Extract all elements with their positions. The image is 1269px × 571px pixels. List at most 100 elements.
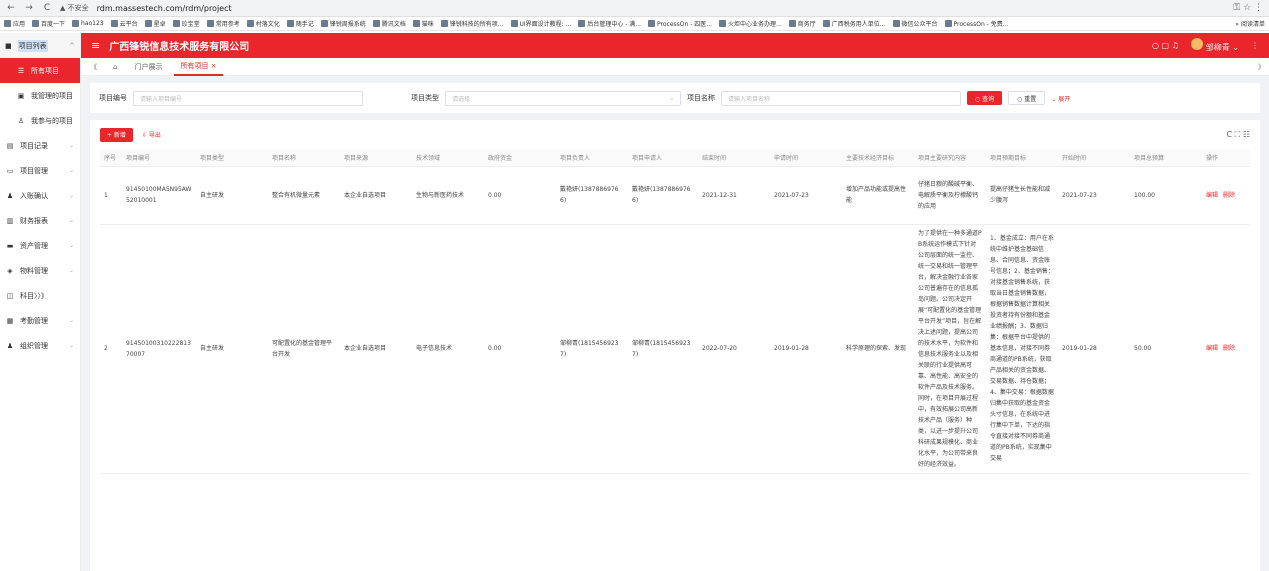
bookmark-item[interactable]: ProcessOn - 四医... [648,19,712,28]
bookmark-label: 星卓 [153,21,166,28]
bookmark-icon [246,20,254,27]
export-button[interactable]: ⇩ 导出 [142,130,161,139]
insecure-badge[interactable]: ▲ 不安全 [60,3,89,13]
sidebar-item-label: 考勤管理 [20,316,48,325]
sidebar-item[interactable]: ▦ 考勤管理 ⌄ [0,308,80,333]
cell-code: 91450100MA5N95AW52010001 [122,166,196,225]
column-header: 项目类型 [196,149,268,167]
cell-actions: 编辑 删除 [1202,166,1250,225]
chevron-down-icon: ⌄ [68,267,74,274]
tabs-scroll-right-icon[interactable]: 》 [1258,62,1265,72]
user-menu[interactable]: 邹柳青 ⌄ [1190,38,1239,53]
bookmark-item[interactable]: 后台管理中心 - 满... [578,19,641,28]
bookmark-item[interactable]: 腾讯文档 [372,19,406,28]
sidebar-item[interactable]: ♟ 入账确认 ⌄ [0,183,80,208]
cell-applicant: 邹柳青(18154569237) [628,224,698,474]
bookmark-label: hao123 [81,20,104,27]
address-bar[interactable]: rdm.massestech.com/rdm/project [97,4,232,13]
column-header: 项目负责人 [556,149,628,167]
bookmark-item[interactable]: 锋锐周报系统 [320,19,366,28]
sidebar-header[interactable]: ■ 项目列表 ^ [0,33,80,58]
topbar-tool-icons[interactable]: ○ ▢ ♫ [1152,41,1179,50]
edit-button[interactable]: 编辑 [1206,345,1218,352]
reset-button[interactable]: ○ 重置 [1008,91,1046,105]
sidebar-item[interactable]: ♟ 组织管理 ⌄ [0,333,80,358]
sidebar-item[interactable]: ▥ 财务报表 ⌄ [0,208,80,233]
column-header: 项目主要研究内容 [914,149,986,167]
bookmark-item[interactable]: 随手记 [286,19,314,28]
search-button[interactable]: ○ 查询 [967,91,1003,105]
type-select[interactable]: 请选择 ⌄ [445,90,681,106]
bookmark-item[interactable]: 商务厅 [788,19,816,28]
bookmark-item[interactable]: 广西税务用人单位... [822,19,886,28]
sidebar-item[interactable]: ◫ 科目〉〉》 [0,283,80,308]
sidebar-item[interactable]: ▤ 项目记录 ⌄ [0,133,80,158]
sidebar-item[interactable]: ▣ 我管理的项目 [0,83,80,108]
cell-no: 1 [100,166,122,225]
cell-type: 自主研发 [196,224,268,474]
name-input[interactable]: 请输入项目名称 [721,90,961,106]
cell-source: 本企业自选项目 [340,166,412,225]
main-area: ≡ 广西锋锐信息技术服务有限公司 ○ ▢ ♫ 邹柳青 ⌄ ⋮ 《 ⌂ 门户展示 … [81,33,1269,571]
bookmark-item[interactable]: 猫咪 [412,19,434,28]
tab-portal[interactable]: 门户展示 [128,58,168,76]
chevron-down-icon: ⌄ [668,94,674,102]
back-icon[interactable]: ← [6,3,16,13]
more-icon[interactable]: ⋮ [1251,41,1259,50]
bookmark-icon [286,20,294,27]
reading-list[interactable]: » 阅读清单 [1235,19,1265,28]
bookmark-icon [320,20,328,27]
delete-button[interactable]: 删除 [1223,192,1235,199]
bookmark-icon [172,20,180,27]
sidebar-item-label: 我管理的项目 [31,91,73,100]
browser-right-icons[interactable]: ⚿ ☆ ⋮ [1233,3,1263,13]
table-tool-icons[interactable]: C ⛶ ☷ [1227,130,1250,140]
home-icon[interactable]: ⌂ [108,63,122,71]
bookmark-item[interactable]: ProcessOn - 免费... [944,19,1009,28]
cell-start: 2019-01-28 [1058,224,1130,474]
code-input[interactable]: 请输入项目编号 [133,90,363,106]
forward-icon[interactable]: → [24,3,34,13]
bookmark-item[interactable]: 百度一下 [32,19,65,28]
cell-name: 整合有机微量元素 [268,166,340,225]
sidebar-item[interactable]: ▭ 项目管理 ⌄ [0,158,80,183]
menu-icon[interactable]: ≡ [91,39,100,52]
bookmark-label: 常用参考 [215,21,240,28]
bookmark-icon [4,20,11,27]
bookmark-label: 云平台 [119,21,138,28]
cell-end: 2021-12-31 [698,166,770,225]
sidebar-item-label: 入账确认 [20,191,48,200]
bookmark-item[interactable]: 村落文化 [246,19,280,28]
bookmark-label: ProcessOn - 四医... [657,21,713,28]
bookmark-item[interactable]: hao123 [72,20,104,27]
delete-button[interactable]: 删除 [1223,345,1235,352]
sidebar-item-icon: ▬ [6,241,14,250]
cell-content: 为了提供在一种多通道PB系统运作模式下针对公司层面的统一监控、统一交易和统一管理… [914,224,986,474]
sidebar-item[interactable]: ☰ 所有项目 [0,58,80,83]
bookmark-item[interactable]: 常用参考 [206,19,240,28]
bookmark-item[interactable]: 星卓 [144,19,166,28]
reload-icon[interactable]: C [42,3,52,13]
bookmark-label: 商务厅 [797,21,816,28]
collapse-icon[interactable]: 《 [85,62,102,72]
bookmark-item[interactable]: 云平台 [110,19,138,28]
add-button[interactable]: + 新增 [100,127,133,142]
bookmark-label: 珍宝堂 [181,21,200,28]
sidebar-item-label: 所有项目 [31,66,59,75]
bookmark-item[interactable]: UI界面设计教程: ... [510,19,571,28]
tab-all-projects[interactable]: 所有项目 × [174,58,223,76]
bookmark-item[interactable]: 火炬中心业务办理... [719,19,782,28]
sidebar-item[interactable]: ◈ 物料管理 ⌄ [0,258,80,283]
bookmark-item[interactable]: 微信公众平台 [892,19,938,28]
user-name: 邹柳青 ⌄ [1205,43,1239,52]
sidebar-item[interactable]: ♙ 我参与的项目 [0,108,80,133]
column-header: 序号 [100,149,122,167]
bookmark-item[interactable]: 珍宝堂 [172,19,200,28]
sidebar-item[interactable]: ▬ 资产管理 ⌄ [0,233,80,258]
expand-button[interactable]: ⌄ 展开 [1051,94,1070,103]
sidebar-item-icon: ♟ [6,341,14,350]
bookmark-item[interactable]: 应用 [4,19,25,28]
bookmark-item[interactable]: 锋锐科技的所有项... [440,19,504,28]
edit-button[interactable]: 编辑 [1206,192,1218,199]
type-label: 项目类型 [411,94,439,102]
